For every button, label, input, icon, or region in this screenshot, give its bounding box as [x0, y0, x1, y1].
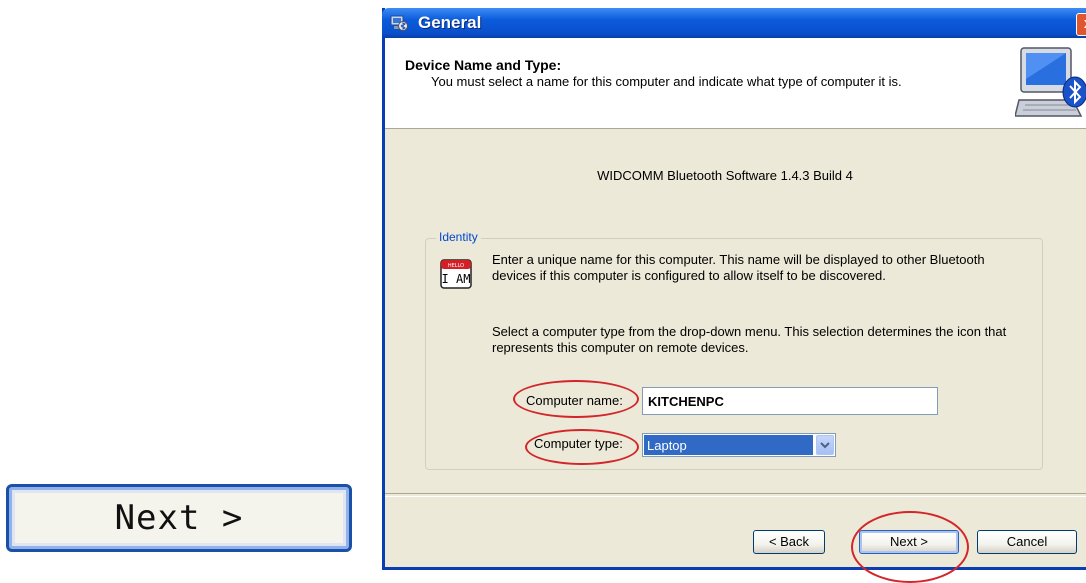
- zoomed-next-button[interactable]: Next >: [6, 484, 352, 552]
- footer-separator: [385, 493, 1086, 497]
- type-description: Select a computer type from the drop-dow…: [492, 324, 1007, 355]
- cancel-button[interactable]: Cancel: [977, 530, 1077, 554]
- dropdown-arrow-button[interactable]: [816, 435, 834, 455]
- next-button[interactable]: Next >: [859, 530, 959, 554]
- computer-bluetooth-icon: [1015, 47, 1086, 117]
- computer-type-select[interactable]: Laptop: [642, 433, 836, 457]
- build-info: WIDCOMM Bluetooth Software 1.4.3 Build 4: [597, 168, 853, 183]
- zoomed-next-label: Next >: [114, 498, 244, 538]
- computer-type-label: Computer type:: [534, 436, 623, 451]
- chevron-down-icon: [820, 442, 830, 449]
- back-button[interactable]: < Back: [753, 530, 825, 554]
- i-am-icon-text: I AM: [442, 272, 471, 286]
- name-description: Enter a unique name for this computer. T…: [492, 252, 985, 283]
- window-title: General: [418, 13, 482, 32]
- computer-name-input[interactable]: KITCHENPC: [642, 387, 938, 415]
- hello-i-am-icon: HELLO I AM: [440, 259, 472, 289]
- title-bar[interactable]: General x: [382, 8, 1086, 38]
- computer-name-label: Computer name:: [526, 393, 623, 408]
- identity-group: Identity HELLO I AM Enter a unique name …: [425, 230, 1043, 470]
- page-subtitle: You must select a name for this computer…: [431, 74, 902, 89]
- close-button[interactable]: x: [1076, 13, 1086, 36]
- wizard-header: Device Name and Type: You must select a …: [385, 38, 1086, 129]
- identity-legend: Identity: [436, 230, 481, 244]
- general-dialog: General x Device Name and Type: You must…: [382, 8, 1086, 583]
- page-title: Device Name and Type:: [405, 57, 562, 73]
- hello-icon-text: HELLO: [448, 263, 464, 269]
- computer-type-value: Laptop: [644, 435, 813, 455]
- bluetooth-settings-icon: [390, 15, 408, 31]
